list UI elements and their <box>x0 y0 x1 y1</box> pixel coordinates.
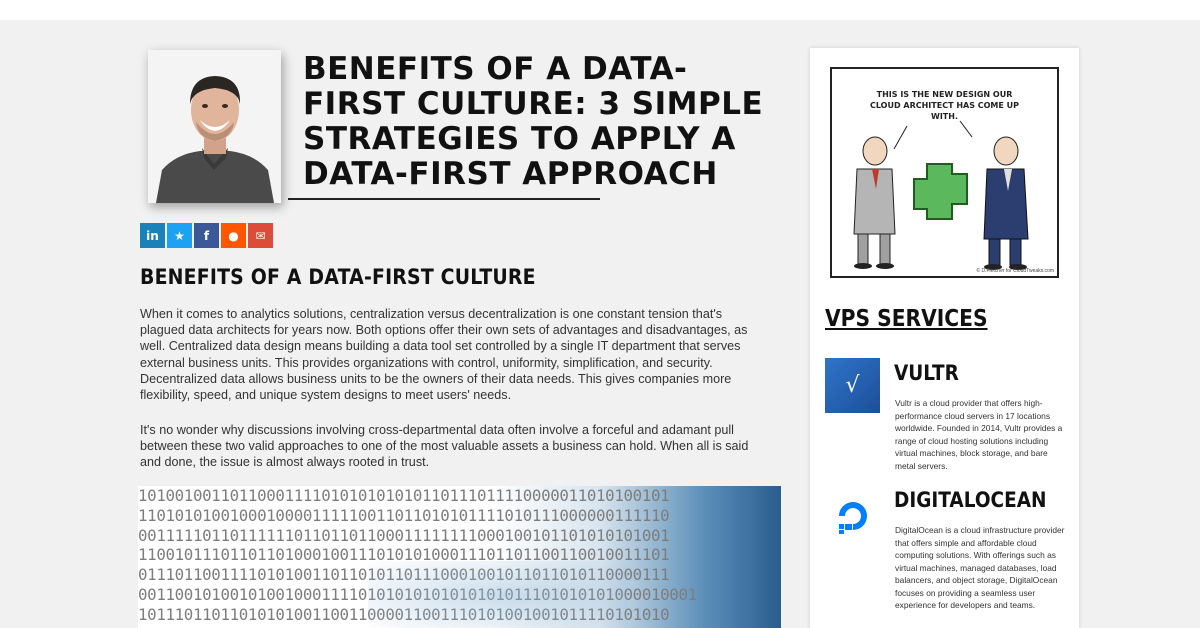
linkedin-icon: in <box>146 228 159 243</box>
vps-services-heading[interactable]: VPS SERVICES <box>825 306 988 332</box>
email-share-button[interactable]: ✉ <box>248 223 273 248</box>
cartoon-caption: THIS IS THE NEW DESIGN OUR CLOUD ARCHITE… <box>869 90 1019 121</box>
title-divider <box>288 198 600 200</box>
cloud-cartoon[interactable]: THIS IS THE NEW DESIGN OUR CLOUD ARCHITE… <box>830 67 1059 278</box>
twitter-share-button[interactable]: ★ <box>167 223 192 248</box>
digitalocean-title[interactable]: DIGITALOCEAN <box>894 488 1047 512</box>
binary-code-image: 1010010011011000111101010101010110111011… <box>138 486 781 628</box>
binary-glow <box>368 561 628 628</box>
share-buttons: in ★ f ● ✉ <box>140 223 273 248</box>
binary-line: 1101010100100010000111110011011010101111… <box>138 505 670 525</box>
vultr-logo-glyph: √ <box>845 373 860 398</box>
linkedin-share-button[interactable]: in <box>140 223 165 248</box>
binary-line: 0011111011011111101101101100011111111000… <box>138 525 670 545</box>
section-heading: BENEFITS OF A DATA-FIRST CULTURE <box>140 265 536 289</box>
author-photo <box>148 50 281 203</box>
facebook-icon: f <box>203 228 210 243</box>
reddit-share-button[interactable]: ● <box>221 223 246 248</box>
facebook-share-button[interactable]: f <box>194 223 219 248</box>
top-bar <box>0 0 1200 20</box>
digitalocean-logo-icon[interactable] <box>825 488 880 543</box>
article-paragraph-1: When it comes to analytics solutions, ce… <box>140 307 748 403</box>
article-main: BENEFITS OF A DATA-FIRST CULTURE: 3 SIMP… <box>138 20 783 628</box>
binary-line: 1010010011011000111101010101010110111011… <box>138 486 670 505</box>
digitalocean-description: DigitalOcean is a cloud infrastructure p… <box>895 525 1065 610</box>
vultr-description: Vultr is a cloud provider that offers hi… <box>895 398 1063 471</box>
article-paragraph-2: It's no wonder why discussions involving… <box>140 423 749 470</box>
vultr-title[interactable]: VULTR <box>894 361 959 385</box>
reddit-icon: ● <box>228 228 239 243</box>
email-icon: ✉ <box>255 228 266 243</box>
twitter-icon: ★ <box>174 228 185 243</box>
article-title: BENEFITS OF A DATA-FIRST CULTURE: 3 SIMP… <box>303 51 764 192</box>
sidebar: THIS IS THE NEW DESIGN OUR CLOUD ARCHITE… <box>810 48 1079 628</box>
vultr-logo-icon[interactable]: √ <box>825 358 880 413</box>
cartoon-credit: © D.Fletcher for CloudTweaks.com <box>976 268 1054 274</box>
